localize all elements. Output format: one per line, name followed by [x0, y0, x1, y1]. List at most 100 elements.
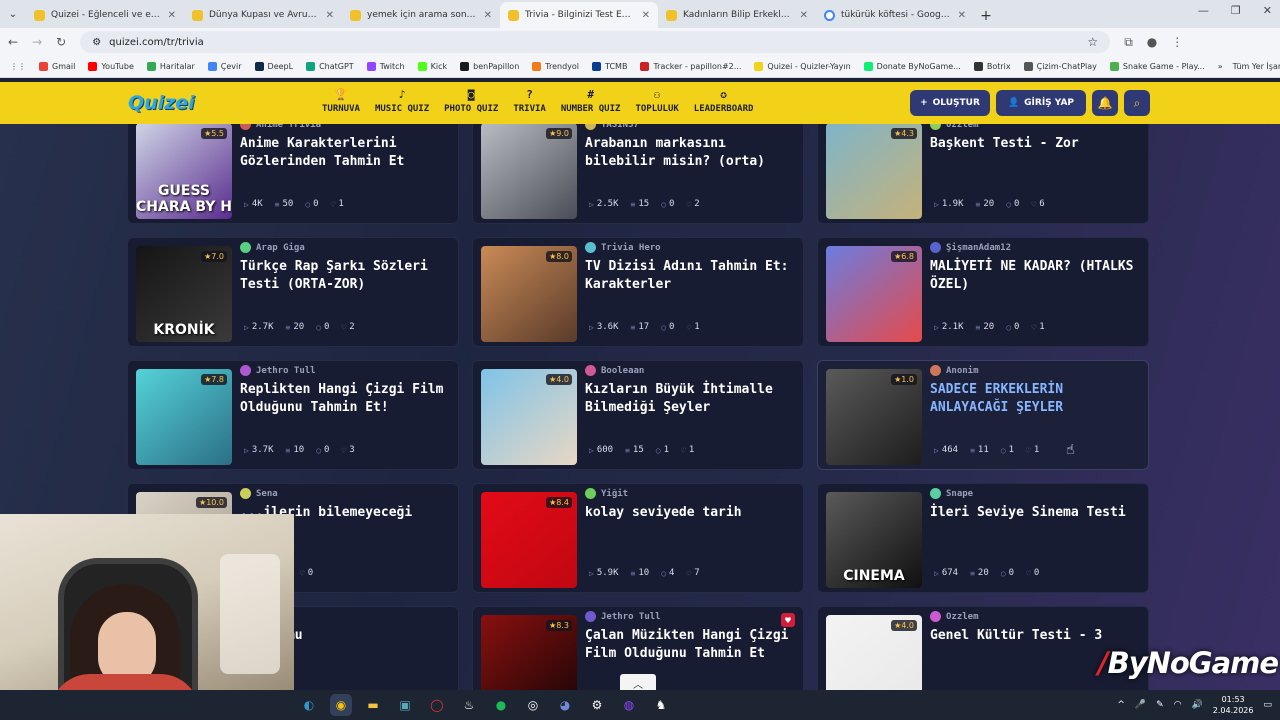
browser-tab[interactable]: yemek için arama sonuçları - Q ✕	[342, 2, 500, 28]
browser-tab[interactable]: Quizei - Eğlenceli ve etkileşimli ✕	[26, 2, 184, 28]
nav-item-music[interactable]: ♪ MUSIC QUIZ	[375, 88, 429, 114]
quiz-thumbnail[interactable]: QUIZ★4.0	[826, 615, 922, 690]
quiz-author[interactable]: Snape	[930, 488, 973, 499]
quiz-title[interactable]: Kızların Büyük İhtimalle Bilmediği Şeyle…	[585, 381, 799, 417]
steam-icon[interactable]: ♨	[458, 694, 480, 716]
bookmark-item[interactable]: Tracker - papillon#2...	[640, 62, 741, 71]
taskbar-clock[interactable]: 01:53 2.04.2026	[1213, 694, 1254, 716]
quiz-title[interactable]: Çalan Müzikten Hangi Çizgi Film Olduğunu…	[585, 627, 799, 663]
site-logo[interactable]: Quizei	[128, 92, 195, 114]
tray-chevron-icon[interactable]: ^	[1117, 700, 1125, 710]
quiz-title[interactable]: TV Dizisi Adını Tahmin Et: Karakterler	[585, 258, 799, 294]
browser-tab[interactable]: Dünya Kupası ve Avrupa Şampi ✕	[184, 2, 342, 28]
favorite-badge-icon[interactable]: ♥	[781, 613, 795, 627]
tab-search-button[interactable]: ⌄	[0, 0, 26, 28]
apps-icon[interactable]: ⋮⋮	[10, 62, 26, 71]
tab-close-icon[interactable]: ✕	[958, 10, 966, 21]
minimize-button[interactable]: —	[1198, 4, 1209, 17]
bookmark-star-icon[interactable]: ☆	[1087, 35, 1098, 49]
browser-tab[interactable]: Kadınların Bilip Erkeklerin Bilme ✕	[658, 2, 816, 28]
quiz-title[interactable]: İleri Seviye Sinema Testi	[930, 504, 1144, 522]
bookmark-item[interactable]: Twitch	[366, 62, 405, 71]
extensions-icon[interactable]: ⧉	[1124, 35, 1133, 50]
search-button[interactable]: ⌕	[1124, 90, 1150, 116]
bookmark-item[interactable]: Gmail	[39, 62, 75, 71]
login-button[interactable]: 👤 GİRİŞ YAP	[996, 90, 1086, 116]
notification-center-icon[interactable]: ▭	[1263, 700, 1272, 710]
bookmark-item[interactable]: ChatGPT	[306, 62, 354, 71]
twitch-app-icon[interactable]: ◍	[618, 694, 640, 716]
bookmark-item[interactable]: Çevir	[207, 62, 242, 71]
nav-item-camera[interactable]: ◙ PHOTO QUIZ	[444, 88, 498, 114]
volume-icon[interactable]: 🔊	[1192, 700, 1203, 710]
new-tab-button[interactable]: +	[974, 8, 998, 24]
quiz-title[interactable]: Başkent Testi - Zor	[930, 135, 1144, 153]
quiz-card[interactable]: GUESS CHARA BY H ★5.5 Anime Trivia Anime Ka…	[127, 124, 459, 224]
bookmark-item[interactable]: Haritalar	[146, 62, 195, 71]
quiz-author[interactable]: Ozzlem	[930, 611, 979, 622]
site-info-icon[interactable]: ⚙	[92, 37, 101, 48]
quiz-card[interactable]: ★4.0 Booleaan Kızların Büyük İhtimalle Bil…	[472, 360, 804, 470]
quiz-card[interactable]: CINEMA Snape İleri Seviye Sinema Testi ▷ 674…	[817, 483, 1149, 593]
quiz-title[interactable]: kolay seviyede tarih	[585, 504, 799, 522]
bookmarks-more-button[interactable]: »	[1218, 62, 1223, 71]
quiz-author[interactable]: Yiğit	[585, 488, 628, 499]
quiz-card[interactable]: ★9.0 YASİN37 Arabanın markasını bilebilir …	[472, 124, 804, 224]
notifications-button[interactable]: 🔔	[1092, 90, 1118, 116]
bookmark-item[interactable]: Donate ByNoGame...	[863, 62, 961, 71]
nav-item-medal[interactable]: ✪ LEADERBOARD	[694, 88, 754, 114]
tab-close-icon[interactable]: ✕	[326, 10, 334, 21]
quiz-author[interactable]: Sena	[240, 488, 278, 499]
settings-icon[interactable]: ⚙	[586, 694, 608, 716]
all-bookmarks-button[interactable]: Tüm Yer İşaretleri	[1233, 62, 1280, 71]
quiz-thumbnail[interactable]: ★4.3	[826, 124, 922, 219]
nav-item-trophy[interactable]: 🏆 TURNUVA	[322, 88, 360, 114]
quiz-card[interactable]: ★1.0 Anonim SADECE ERKEKLERİN ANLAYACAĞI Ş…	[817, 360, 1149, 470]
quiz-author[interactable]: Trivia Hero	[585, 242, 661, 253]
browser-tab[interactable]: Trivia - Bilginizi Test Edin - Quiz ✕	[500, 2, 658, 28]
menu-icon[interactable]: ⋮	[1171, 35, 1183, 49]
chess-icon[interactable]: ♞	[650, 694, 672, 716]
bookmark-item[interactable]: DeepL	[254, 62, 293, 71]
quiz-title[interactable]: Replikten Hangi Çizgi Film Olduğunu Tahm…	[240, 381, 454, 417]
quiz-title[interactable]: MALİYETİ NE KADAR? (HTALKS ÖZEL)	[930, 258, 1144, 294]
quiz-thumbnail[interactable]: ★8.0	[481, 246, 577, 342]
quiz-thumbnail[interactable]: GUESS CHARA BY H ★5.5	[136, 124, 232, 219]
bookmark-item[interactable]: Kick	[417, 62, 447, 71]
forward-icon[interactable]: →	[32, 35, 42, 49]
quiz-thumbnail[interactable]: ★9.0	[481, 124, 577, 219]
create-button[interactable]: + OLUŞTUR	[910, 90, 990, 116]
profile-icon[interactable]: ●	[1147, 35, 1157, 49]
obs-icon[interactable]: ◎	[522, 694, 544, 716]
quiz-author[interactable]: Ozzlem	[930, 124, 979, 130]
quiz-card[interactable]: ★8.0 Trivia Hero TV Dizisi Adını Tahmin Et…	[472, 237, 804, 347]
quiz-title[interactable]: Anime Karakterlerini Gözlerinden Tahmin …	[240, 135, 454, 171]
quiz-thumbnail[interactable]: KRONİK ★7.0	[136, 246, 232, 342]
quiz-author[interactable]: Arap Giga	[240, 242, 305, 253]
nav-item-hash[interactable]: # NUMBER QUIZ	[561, 88, 621, 114]
close-window-button[interactable]: ✕	[1263, 4, 1272, 17]
bookmark-item[interactable]: YouTube	[88, 62, 134, 71]
browser-tab[interactable]: tükürük köftesi - Google'da Ara ✕	[816, 2, 974, 28]
quiz-thumbnail[interactable]: ★7.8	[136, 369, 232, 465]
tab-close-icon[interactable]: ✕	[800, 10, 808, 21]
quiz-thumbnail[interactable]: ★8.3	[481, 615, 577, 690]
tab-close-icon[interactable]: ✕	[168, 10, 176, 21]
nav-item-users[interactable]: ⚇ TOPLULUK	[635, 88, 678, 114]
quiz-thumbnail[interactable]: ★1.0	[826, 369, 922, 465]
microphone-icon[interactable]: 🎤	[1135, 700, 1146, 710]
bookmark-item[interactable]: Quizei - Quizler-Yayın	[754, 62, 851, 71]
file-explorer-icon[interactable]: ▬	[362, 694, 384, 716]
quiz-title[interactable]: Arabanın markasını bilebilir misin? (ort…	[585, 135, 799, 171]
nav-item-question[interactable]: ? TRIVIA	[513, 88, 546, 114]
quiz-card[interactable]: ★8.4 Yiğit kolay seviyede tarih ▷ 5.9K ≡ 10 ○ 4 ♡…	[472, 483, 804, 593]
quiz-author[interactable]: YASİN37	[585, 124, 639, 130]
quiz-author[interactable]: Jethro Tull	[585, 611, 661, 622]
quiz-title[interactable]: Genel Kültür Testi - 3	[930, 627, 1144, 645]
quiz-author[interactable]: Jethro Tull	[240, 365, 316, 376]
chrome-icon[interactable]: ◉	[330, 694, 352, 716]
quiz-author[interactable]: Anonim	[930, 365, 979, 376]
bookmark-item[interactable]: Trendyol	[532, 62, 579, 71]
quiz-author[interactable]: Anime Trivia	[240, 124, 321, 130]
quiz-thumbnail[interactable]: CINEMA	[826, 492, 922, 588]
